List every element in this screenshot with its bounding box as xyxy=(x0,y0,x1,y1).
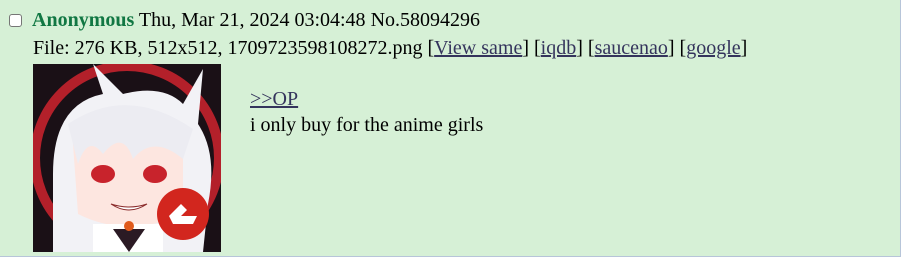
post-number[interactable]: No.58094296 xyxy=(371,9,480,31)
reply-post: Anonymous Thu, Mar 21, 2024 03:04:48 No.… xyxy=(0,0,901,257)
iqdb-link[interactable]: iqdb xyxy=(541,37,577,59)
post-text: i only buy for the anime girls xyxy=(250,114,484,136)
post-message: >>OP i only buy for the anime girls xyxy=(250,86,483,138)
post-datetime: Thu, Mar 21, 2024 03:04:48 xyxy=(138,9,366,31)
file-info: File: 276 KB, 512x512, 1709723598108272.… xyxy=(33,37,748,59)
anime-girl-thumbnail-image xyxy=(33,64,221,252)
poster-name: Anonymous xyxy=(32,9,135,31)
post-header: Anonymous Thu, Mar 21, 2024 03:04:48 No.… xyxy=(9,8,480,32)
file-details: File: 276 KB, 512x512, 1709723598108272.… xyxy=(33,37,423,59)
view-same-link[interactable]: View same xyxy=(434,37,522,59)
saucenao-link[interactable]: saucenao xyxy=(595,37,668,59)
quote-link-op[interactable]: >>OP xyxy=(250,88,298,110)
google-link[interactable]: google xyxy=(686,37,740,59)
post-select-checkbox[interactable] xyxy=(9,14,22,27)
file-thumbnail[interactable] xyxy=(33,64,221,252)
